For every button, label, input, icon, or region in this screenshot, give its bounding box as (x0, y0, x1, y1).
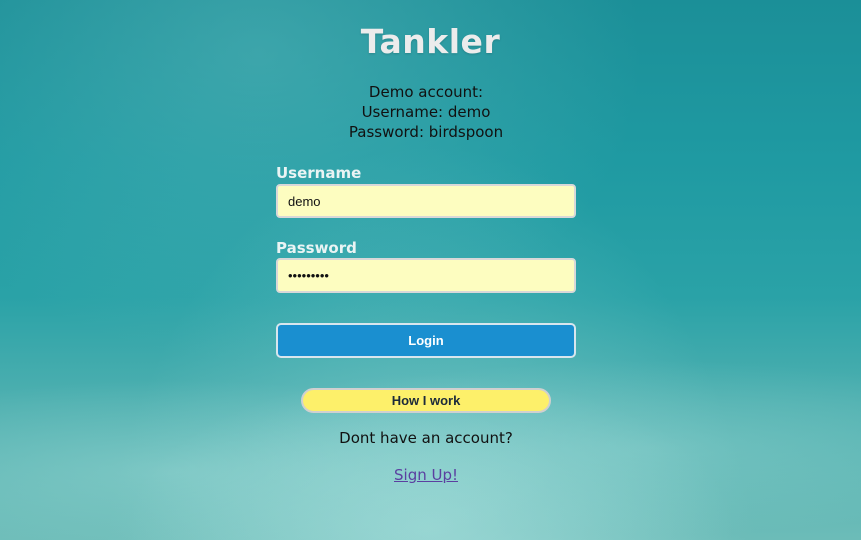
demo-account-heading: Demo account: (368, 83, 484, 101)
login-button[interactable]: Login (276, 323, 576, 358)
no-account-text: Dont have an account? (339, 429, 513, 447)
how-i-work-button[interactable]: How I work (301, 388, 551, 413)
demo-account-info: Demo account: Username: demo Password: b… (0, 82, 852, 142)
login-page: Tankler Demo account: Username: demo Pas… (0, 0, 861, 540)
signup-link[interactable]: Sign Up! (394, 466, 458, 484)
password-label: Password (276, 239, 357, 257)
username-label: Username (276, 164, 362, 182)
signup-link-wrapper: Sign Up! (0, 466, 852, 484)
demo-password-text: Password: birdspoon (348, 123, 504, 141)
password-input[interactable] (276, 258, 576, 293)
username-input[interactable] (276, 184, 576, 218)
demo-username-text: Username: demo (361, 103, 491, 121)
app-title: Tankler (360, 22, 501, 61)
